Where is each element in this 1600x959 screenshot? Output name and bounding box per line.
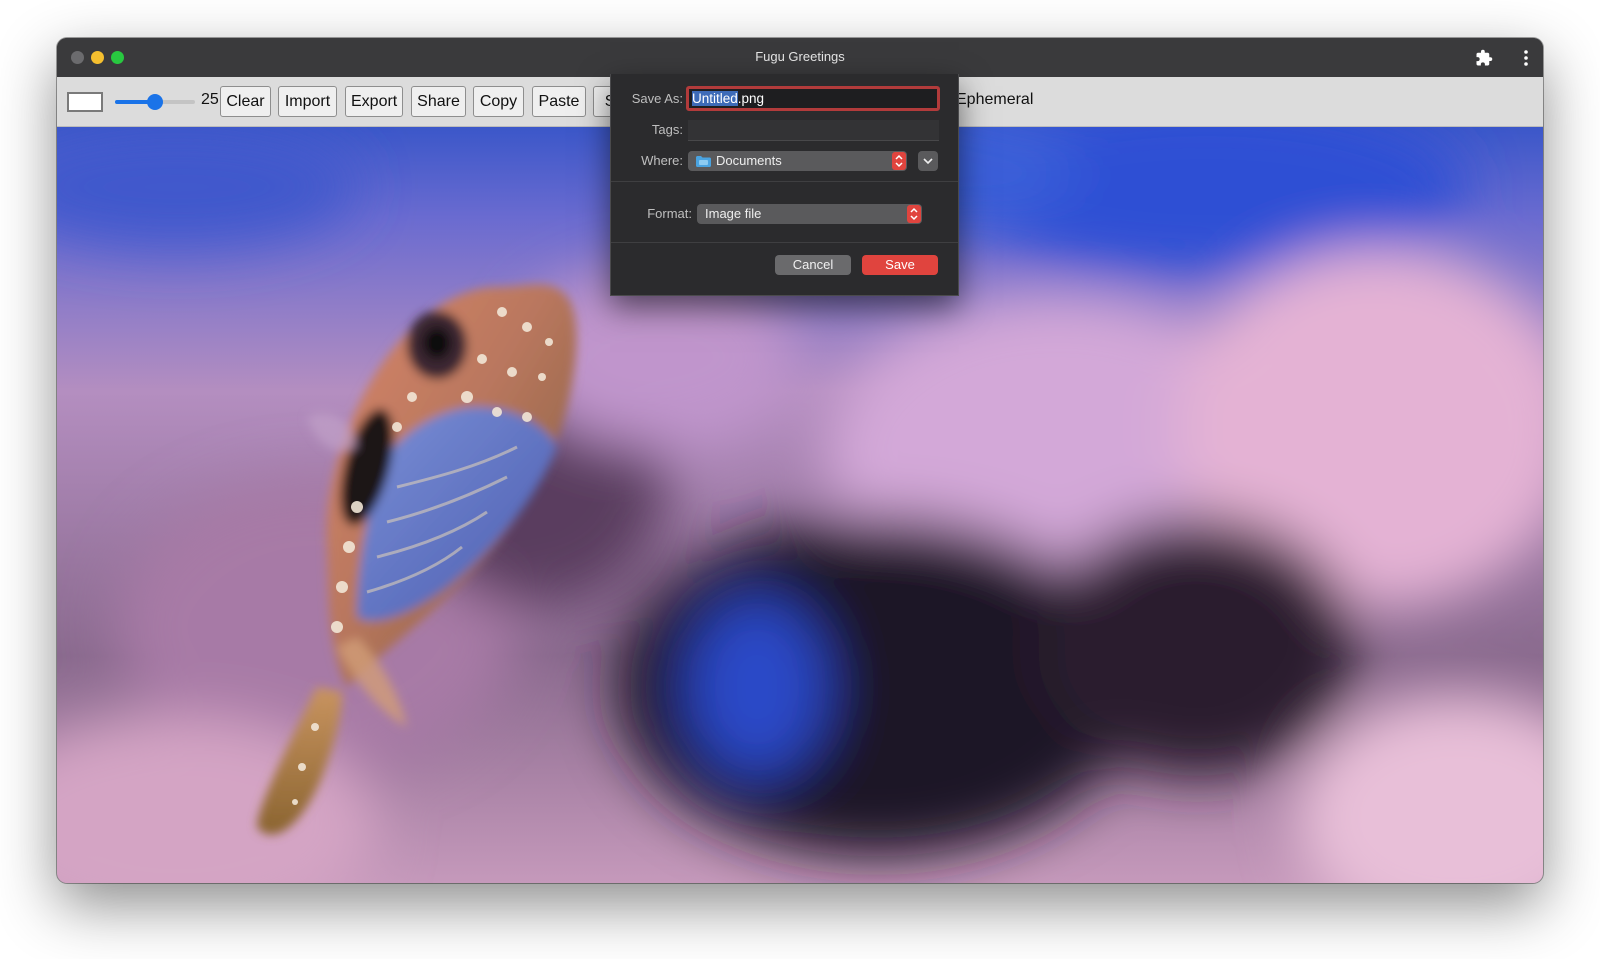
save-button[interactable]: Save	[862, 255, 938, 275]
format-select[interactable]: Image file	[697, 204, 922, 224]
slider-thumb[interactable]	[147, 94, 163, 110]
where-label: Where:	[641, 153, 683, 168]
tags-input[interactable]	[688, 120, 939, 141]
title-bar: Fugu Greetings	[57, 38, 1543, 78]
import-button[interactable]: Import	[278, 86, 337, 117]
app-window: Fugu Greetings 25 Clear Import Export Sh…	[57, 38, 1543, 883]
color-picker[interactable]	[67, 92, 103, 112]
format-value: Image file	[705, 206, 762, 221]
where-value: Documents	[716, 153, 782, 168]
paste-button[interactable]: Paste	[532, 86, 586, 117]
divider	[611, 181, 958, 182]
format-label: Format:	[647, 206, 692, 221]
folder-icon	[696, 156, 711, 167]
filename-extension: .png	[737, 91, 765, 106]
share-button[interactable]: Share	[411, 86, 466, 117]
chevron-down-icon[interactable]	[918, 151, 938, 171]
select-arrows-icon	[907, 205, 921, 223]
save-as-label: Save As:	[631, 91, 683, 106]
divider	[611, 242, 958, 243]
where-select[interactable]: Documents	[688, 151, 907, 171]
filename-input[interactable]: Untitled.png	[686, 86, 940, 111]
brush-size-value: 25	[201, 91, 219, 108]
more-vertical-icon[interactable]	[1523, 49, 1529, 67]
ephemeral-label: Ephemeral	[956, 91, 1034, 108]
tags-label: Tags:	[651, 122, 683, 137]
window-title: Fugu Greetings	[755, 49, 845, 64]
select-arrows-icon	[892, 152, 906, 170]
copy-button[interactable]: Copy	[473, 86, 524, 117]
save-dialog: Save As: Untitled.png Tags: Where: Docum…	[610, 74, 959, 296]
clear-button[interactable]: Clear	[220, 86, 271, 117]
export-button[interactable]: Export	[345, 86, 403, 117]
puzzle-piece-icon[interactable]	[1475, 49, 1493, 67]
filename-selected-text: Untitled	[692, 91, 738, 106]
cancel-button[interactable]: Cancel	[775, 255, 851, 275]
brush-size-slider[interactable]	[115, 94, 195, 110]
